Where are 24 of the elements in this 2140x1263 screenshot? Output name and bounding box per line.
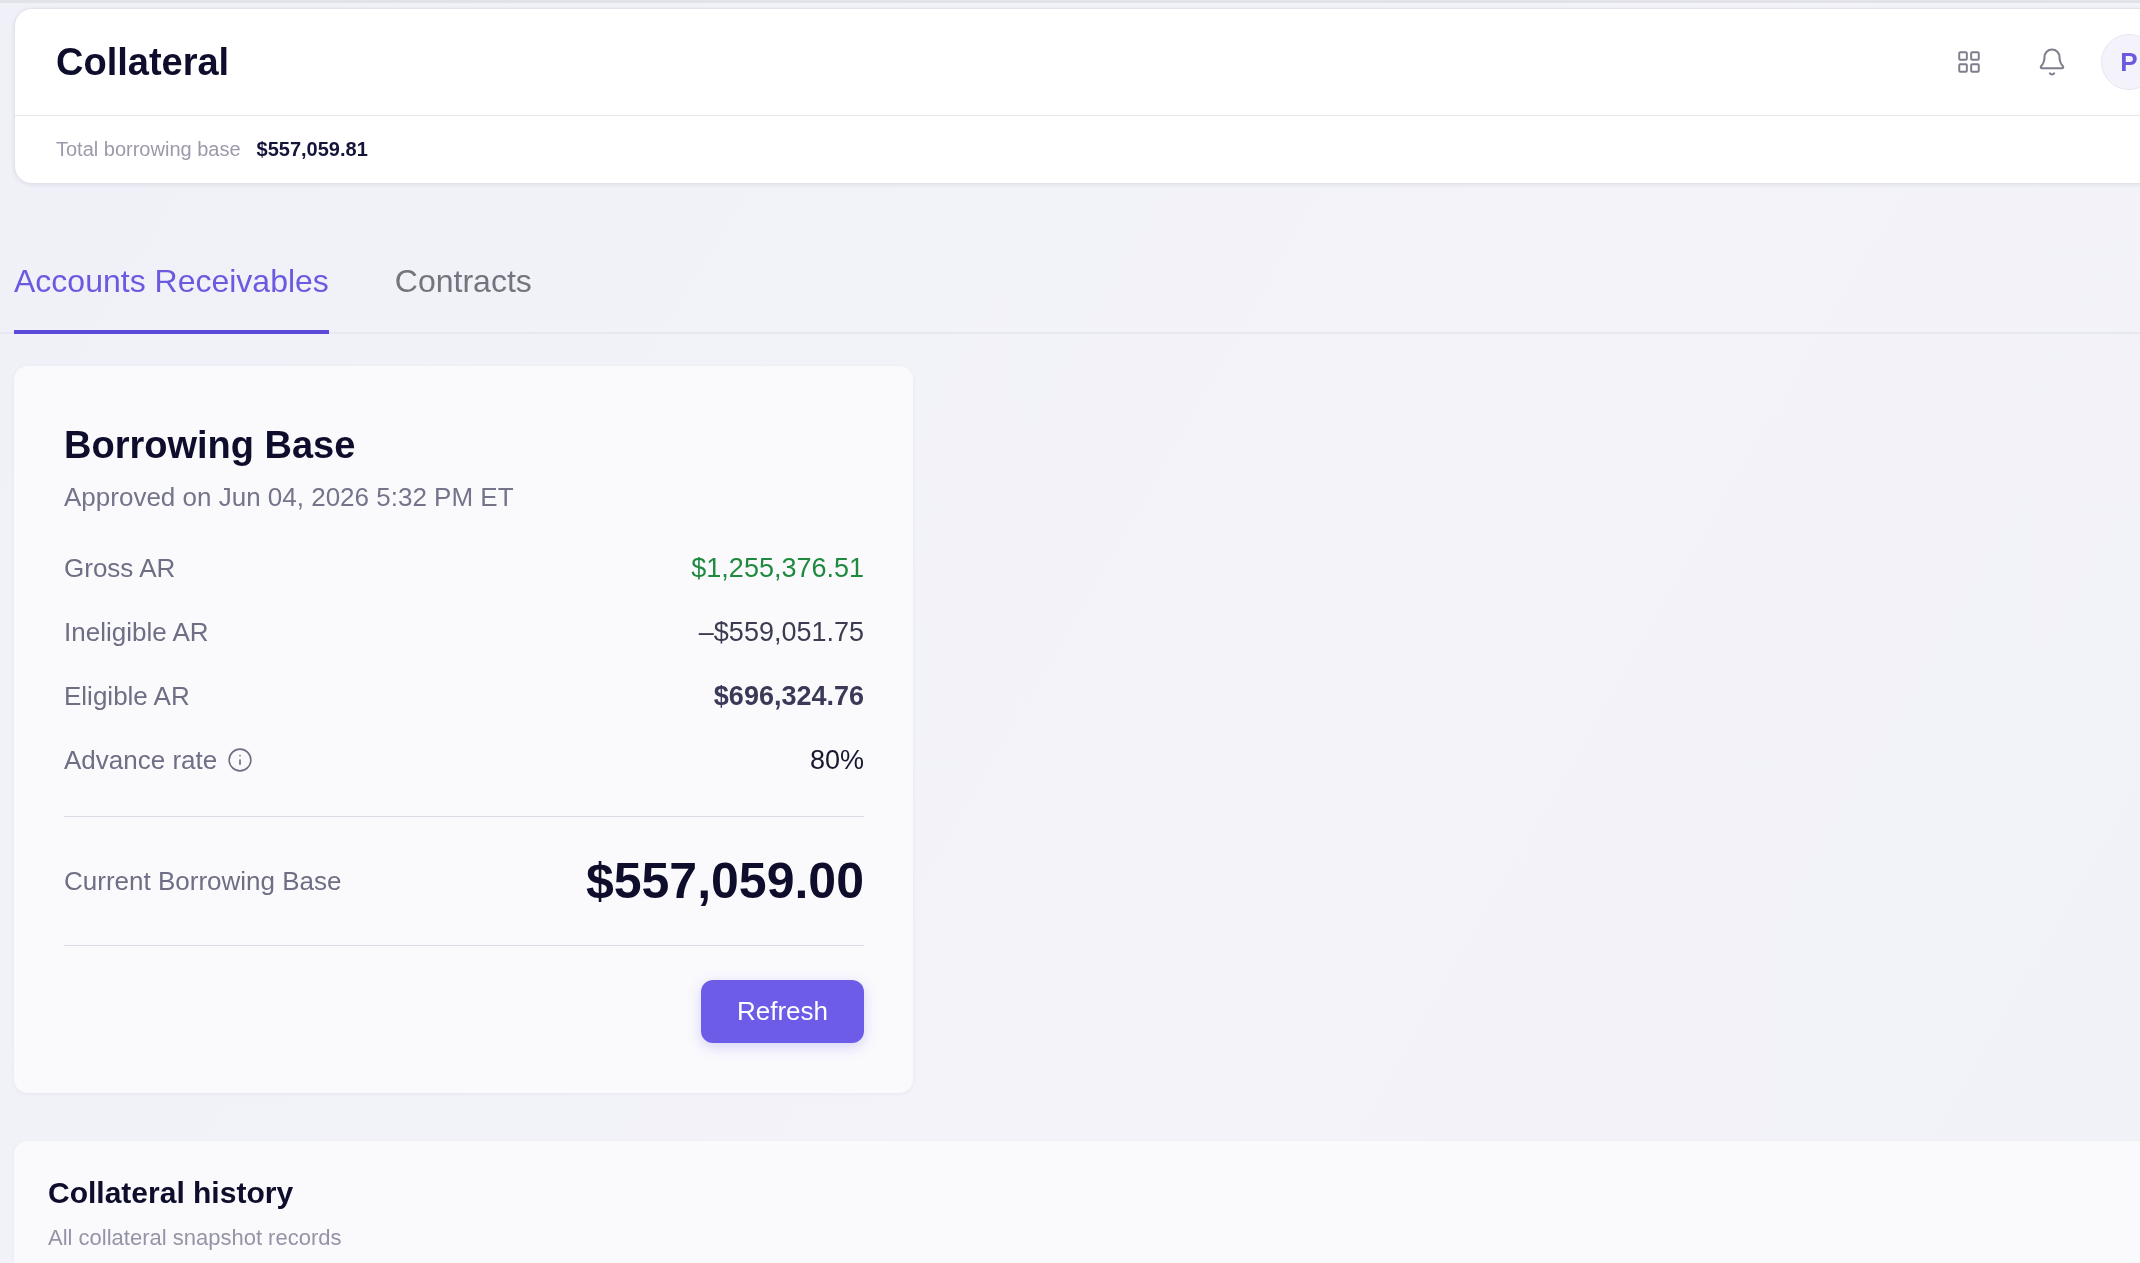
history-title: Collateral history [48,1175,295,1211]
row-value: $696,324.76 [713,680,864,712]
row-value: 80% [809,744,864,776]
row-label: Eligible AR [64,680,190,712]
row-value: $1,255,376.51 [691,552,864,584]
approval-date: Approved on Jun 04, 2026 5:32 PM ET [64,481,515,513]
refresh-button[interactable]: Refresh [701,980,864,1043]
tab[interactable]: Contracts [394,262,532,334]
history-subtitle: All collateral snapshot records [48,1224,343,1252]
summary-label: Total borrowing base [56,138,241,161]
notifications-bell-icon[interactable] [2037,47,2067,77]
row-value: –$559,051.75 [698,616,864,648]
row-label: Gross AR [64,552,176,584]
row-label: Advance rate [64,744,218,776]
total-value: $557,059.00 [585,852,864,910]
info-icon[interactable] [227,747,254,773]
summary-value: $557,059.81 [256,138,368,161]
apps-grid-icon[interactable] [1956,49,1982,75]
total-label: Current Borrowing Base [64,865,342,897]
user-avatar[interactable]: P [2101,34,2140,90]
row-label: Ineligible AR [64,616,209,648]
tab[interactable]: Accounts Receivables [14,262,329,334]
card-title: Borrowing Base [64,423,357,468]
page-title: Collateral [56,40,230,84]
